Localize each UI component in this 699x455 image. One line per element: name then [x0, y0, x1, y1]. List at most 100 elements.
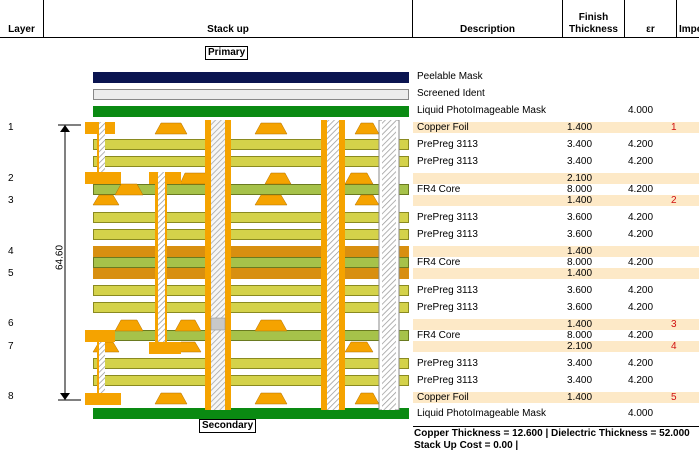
- row-thickness: 3.600: [567, 212, 593, 223]
- secondary-label: Secondary: [199, 419, 257, 433]
- stackup-row[interactable]: Liquid PhotoImageable Mask 4.000: [413, 105, 699, 116]
- row-thickness: 1.400: [567, 392, 593, 403]
- stackup-row[interactable]: PrePreg 3113 3.600 4.200: [413, 212, 699, 223]
- row-description: Liquid PhotoImageable Mask: [417, 408, 546, 419]
- row-er: 4.200: [628, 285, 654, 296]
- row-er: 4.200: [628, 184, 654, 195]
- peelable-mask-layer[interactable]: [93, 72, 409, 83]
- row-thickness: 2.100: [567, 341, 593, 352]
- header-er[interactable]: εr: [625, 0, 677, 37]
- row-description: FR4 Core: [417, 257, 461, 268]
- row-thickness: 3.400: [567, 358, 593, 369]
- stackup-row[interactable]: FR4 Core 8.000 4.200: [413, 257, 699, 268]
- stackup-row[interactable]: PrePreg 3113 3.600 4.200: [413, 285, 699, 296]
- row-impedance-index: 1: [671, 122, 677, 133]
- row-er: 4.000: [628, 408, 654, 419]
- primary-label: Primary: [205, 46, 249, 60]
- header-description[interactable]: Description: [413, 0, 563, 37]
- stackup-row[interactable]: 1.400 2: [413, 195, 699, 206]
- table-header: Layer Stack up Description Finish Thickn…: [0, 0, 699, 38]
- summary-thickness: Copper Thickness = 12.600 | Dielectric T…: [414, 428, 690, 439]
- row-description: Copper Foil: [417, 392, 469, 403]
- stackup-row[interactable]: PrePreg 3113 3.400 4.200: [413, 375, 699, 386]
- stackup-row[interactable]: PrePreg 3113 3.600 4.200: [413, 229, 699, 240]
- stackup-row[interactable]: 1.400 3: [413, 319, 699, 330]
- stackup-row[interactable]: FR4 Core 8.000 4.200: [413, 184, 699, 195]
- row-description: PrePreg 3113: [417, 358, 478, 369]
- layer-number-7: 7: [8, 341, 14, 352]
- summary: Copper Thickness = 12.600 | Dielectric T…: [414, 428, 690, 452]
- row-er: 4.200: [628, 139, 654, 150]
- row-impedance-index: 2: [671, 195, 677, 206]
- row-description: Liquid PhotoImageable Mask: [417, 105, 546, 116]
- solder-mask-top-layer[interactable]: [93, 106, 409, 117]
- row-thickness: 1.400: [567, 268, 593, 279]
- row-er: 4.200: [628, 330, 654, 341]
- stackup-row[interactable]: Copper Foil 1.400 1: [413, 122, 699, 133]
- stackup-row[interactable]: PrePreg 3113 3.400 4.200: [413, 139, 699, 150]
- screened-ident-layer[interactable]: [93, 89, 409, 100]
- stackup-row[interactable]: FR4 Core 8.000 4.200: [413, 330, 699, 341]
- header-impedance-label: Impe: [679, 24, 699, 35]
- header-stackup[interactable]: Stack up: [44, 0, 413, 37]
- row-description: PrePreg 3113: [417, 156, 478, 167]
- stackup-row[interactable]: 1.400: [413, 246, 699, 257]
- header-impedance[interactable]: Impe: [677, 0, 699, 37]
- row-description: FR4 Core: [417, 330, 461, 341]
- summary-divider: [413, 426, 699, 427]
- row-description: Peelable Mask: [417, 71, 483, 82]
- row-er: 4.000: [628, 105, 654, 116]
- stackup-row[interactable]: 2.100 4: [413, 341, 699, 352]
- row-thickness: 8.000: [567, 257, 593, 268]
- layer-number-2: 2: [8, 173, 14, 184]
- row-description: PrePreg 3113: [417, 302, 478, 313]
- row-description: FR4 Core: [417, 184, 461, 195]
- row-description: PrePreg 3113: [417, 375, 478, 386]
- row-description: PrePreg 3113: [417, 212, 478, 223]
- row-description: Screened Ident: [417, 88, 485, 99]
- row-er: 4.200: [628, 229, 654, 240]
- header-layer-label: Layer: [8, 24, 35, 35]
- row-er: 4.200: [628, 375, 654, 386]
- stackup-row[interactable]: PrePreg 3113 3.400 4.200: [413, 358, 699, 369]
- stackup-drawing: [85, 120, 400, 410]
- layer-number-3: 3: [8, 195, 14, 206]
- header-stackup-label: Stack up: [207, 24, 249, 35]
- row-thickness: 3.400: [567, 375, 593, 386]
- stackup-row[interactable]: Liquid PhotoImageable Mask 4.000: [413, 408, 699, 419]
- row-thickness: 3.600: [567, 229, 593, 240]
- row-thickness: 3.400: [567, 156, 593, 167]
- header-layer[interactable]: Layer: [0, 0, 44, 37]
- row-impedance-index: 5: [671, 392, 677, 403]
- stackup-row[interactable]: Peelable Mask: [413, 71, 699, 82]
- row-er: 4.200: [628, 257, 654, 268]
- header-finish-label: Finish: [578, 12, 609, 23]
- stackup-row[interactable]: 1.400: [413, 268, 699, 279]
- stackup-row[interactable]: PrePreg 3113 3.400 4.200: [413, 156, 699, 167]
- stackup-row[interactable]: Screened Ident: [413, 88, 699, 99]
- row-er: 4.200: [628, 212, 654, 223]
- total-thickness-value: 64.60: [54, 244, 66, 271]
- header-er-label: εr: [646, 24, 655, 35]
- row-thickness: 1.400: [567, 319, 593, 330]
- layer-number-6: 6: [8, 318, 14, 329]
- row-thickness: 3.600: [567, 285, 593, 296]
- row-description: PrePreg 3113: [417, 285, 478, 296]
- row-thickness: 1.400: [567, 195, 593, 206]
- row-description: PrePreg 3113: [417, 229, 478, 240]
- header-description-label: Description: [459, 24, 515, 35]
- thickness-dimension: [58, 124, 81, 401]
- header-thickness-label: Thickness: [569, 24, 618, 35]
- layer-number-8: 8: [8, 391, 14, 402]
- row-thickness: 8.000: [567, 184, 593, 195]
- row-thickness: 3.600: [567, 302, 593, 313]
- row-er: 4.200: [628, 302, 654, 313]
- header-finish-thickness[interactable]: Finish Thickness: [563, 0, 625, 37]
- stackup-row[interactable]: Copper Foil 1.400 5: [413, 392, 699, 403]
- stackup-row[interactable]: 2.100: [413, 173, 699, 184]
- row-description: Copper Foil: [417, 122, 469, 133]
- stackup-row[interactable]: PrePreg 3113 3.600 4.200: [413, 302, 699, 313]
- row-thickness: 2.100: [567, 173, 593, 184]
- row-thickness: 3.400: [567, 139, 593, 150]
- row-thickness: 8.000: [567, 330, 593, 341]
